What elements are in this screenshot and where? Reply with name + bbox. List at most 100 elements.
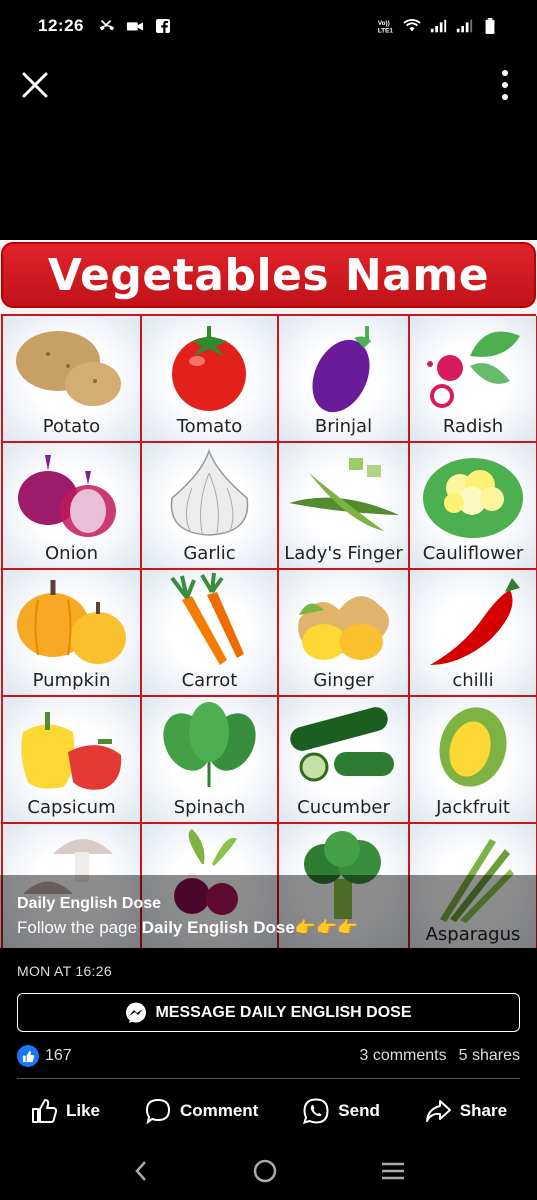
wifi-icon [403, 19, 421, 32]
ladys-finger-icon [289, 458, 399, 531]
vegetable-tile: Carrot [142, 570, 279, 697]
like-count[interactable]: 167 [45, 1047, 72, 1065]
close-icon[interactable] [18, 68, 52, 102]
thumbs-up-icon [31, 1099, 58, 1123]
vegetable-tile: Spinach [142, 697, 279, 824]
vegetable-tile: Jackfruit [410, 697, 537, 824]
reactions-row: 167 3 comments 5 shares [17, 1044, 520, 1068]
status-bar: 12:26 Vo)) LTE1 [0, 0, 537, 52]
post-timestamp: MON AT 16:26 [17, 963, 112, 979]
share-icon [425, 1100, 451, 1122]
like-reaction-icon[interactable] [17, 1045, 39, 1067]
caption-page-link[interactable]: Daily English Dose [142, 918, 295, 937]
vegetable-tile: Garlic [142, 443, 279, 570]
facebook-icon [155, 19, 170, 33]
vegetable-label: Onion [45, 543, 98, 564]
signal-icon [430, 19, 447, 33]
post-actions: Like Comment Send Share [0, 1088, 537, 1134]
cauliflower-icon [423, 458, 523, 538]
vegetable-label: Spinach [173, 797, 246, 818]
vegetable-label: Brinjal [314, 416, 373, 437]
vegetable-label: Cucumber [297, 797, 390, 818]
vegetable-tile: Ginger [279, 570, 410, 697]
back-icon[interactable] [131, 1159, 151, 1183]
garlic-icon [170, 448, 249, 536]
vegetable-label: Tomato [176, 416, 243, 437]
comment-label: Comment [179, 1101, 259, 1120]
like-button[interactable]: Like [30, 1097, 100, 1125]
vegetable-tile: chilli [410, 570, 537, 697]
share-label: Share [459, 1101, 508, 1120]
vegetable-label: Radish [442, 416, 504, 437]
vegetable-label: Garlic [183, 543, 236, 564]
shares-count[interactable]: 5 shares [459, 1047, 520, 1065]
home-icon[interactable] [252, 1158, 278, 1184]
brinjal-icon [312, 326, 371, 413]
pumpkin-icon [17, 580, 126, 664]
svg-text:Vo)): Vo)) [378, 20, 390, 27]
comment-icon [145, 1098, 170, 1125]
send-label: Send [338, 1101, 380, 1120]
recent-apps-icon[interactable] [380, 1160, 406, 1182]
clock: 12:26 [38, 16, 84, 35]
message-page-button[interactable]: MESSAGE DAILY ENGLISH DOSE [17, 993, 520, 1032]
system-navigation-bar [0, 1146, 537, 1196]
engagement-counts: 3 comments 5 shares [359, 1047, 520, 1065]
vegetable-tile: Radish [410, 316, 537, 443]
vegetable-tile: Potato [3, 316, 142, 443]
vegetable-label: Cauliflower [422, 543, 524, 564]
vegetable-tile: Cucumber [279, 697, 410, 824]
image-title: Vegetables Name [47, 249, 490, 301]
more-options-icon[interactable] [493, 68, 517, 102]
vegetable-label: Capsicum [27, 797, 116, 818]
onion-icon [18, 455, 116, 537]
vegetable-label: chilli [452, 670, 494, 691]
signal-icon [456, 19, 473, 33]
image-banner: Vegetables Name [1, 242, 536, 308]
vegetable-tile: Cauliflower [410, 443, 537, 570]
vegetable-grid: Potato Tomato Brinjal Radish Onion Garli… [1, 314, 537, 948]
svg-text:LTE1: LTE1 [378, 27, 393, 34]
potato-icon [16, 331, 121, 406]
image-caption-overlay: Daily English Dose Follow the page Daily… [0, 875, 537, 948]
chilli-icon [430, 578, 520, 665]
notification-icons [98, 18, 172, 34]
tomato-icon [172, 326, 246, 411]
battery-icon [485, 18, 495, 34]
vegetable-tile: Lady's Finger [279, 443, 410, 570]
vegetable-tile: Capsicum [3, 697, 142, 824]
vegetable-tile: Tomato [142, 316, 279, 443]
vegetable-tile: Onion [3, 443, 142, 570]
comments-count[interactable]: 3 comments [359, 1047, 446, 1065]
vegetable-label: Potato [42, 416, 101, 437]
vegetable-label: Jackfruit [436, 797, 510, 818]
video-icon [126, 22, 144, 31]
like-label: Like [65, 1101, 100, 1120]
volte-icon: Vo))LTE1 [378, 20, 393, 34]
message-button-label: MESSAGE DAILY ENGLISH DOSE [155, 1003, 412, 1021]
whatsapp-icon [303, 1098, 329, 1124]
cucumber-icon [290, 707, 394, 782]
post-image[interactable]: Vegetables Name Potato Tomato Brinjal Ra… [0, 240, 537, 948]
photo-viewer-header [0, 60, 537, 110]
jackfruit-icon [439, 707, 507, 787]
missed-call-icon [99, 19, 115, 31]
vegetable-label: Carrot [181, 670, 238, 691]
pointing-emoji: 👉👉👉 [294, 918, 359, 937]
carrot-icon [170, 572, 244, 665]
page-name[interactable]: Daily English Dose [17, 895, 537, 913]
spinach-icon [163, 702, 256, 787]
capsicum-icon [21, 712, 122, 790]
share-button[interactable]: Share [424, 1097, 507, 1125]
caption-prefix: Follow the page [17, 918, 142, 937]
messenger-icon [126, 1002, 147, 1023]
vegetable-tile: Brinjal [279, 316, 410, 443]
caption-text: Follow the page Daily English Dose👉👉👉 [17, 918, 537, 938]
vegetable-label: Ginger [313, 670, 374, 691]
system-icons: Vo)) LTE1 [377, 18, 499, 34]
comment-button[interactable]: Comment [144, 1097, 258, 1125]
send-button[interactable]: Send [302, 1097, 380, 1125]
divider [17, 1078, 520, 1079]
vegetable-label: Pumpkin [32, 670, 111, 691]
vegetable-tile: Pumpkin [3, 570, 142, 697]
